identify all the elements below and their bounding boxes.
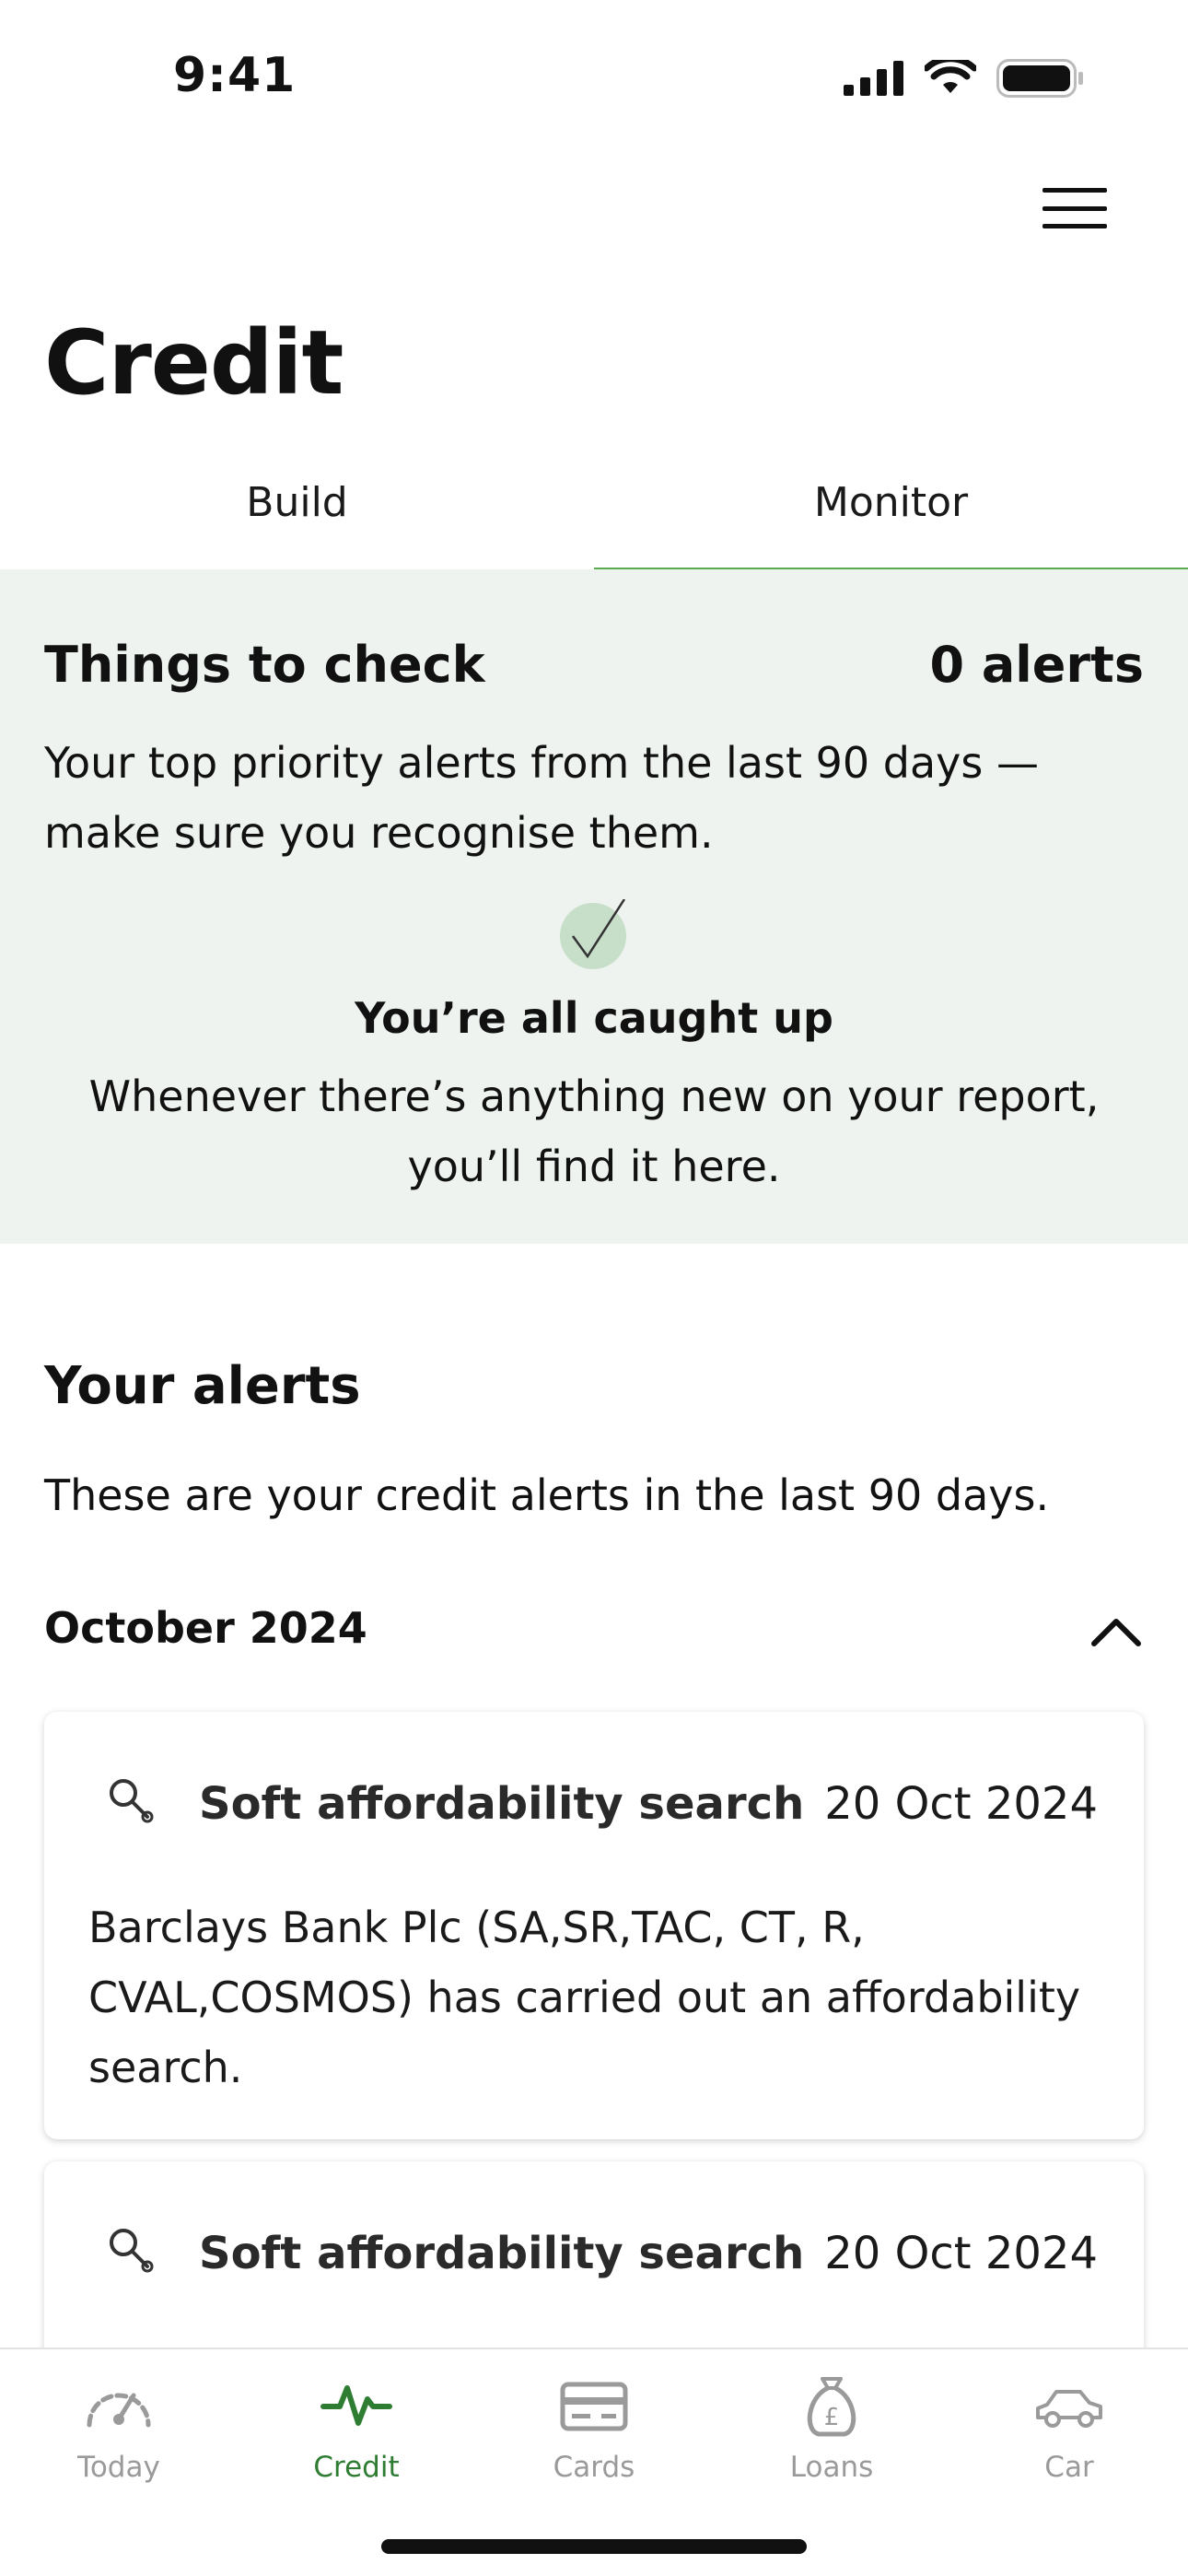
money-bag-icon: £	[807, 2377, 856, 2437]
tab-monitor[interactable]: Monitor	[594, 470, 1188, 579]
card-icon	[560, 2382, 628, 2431]
nav-item-credit[interactable]: Credit	[238, 2373, 475, 2497]
wifi-icon	[925, 60, 976, 93]
cellular-signal-icon	[844, 61, 903, 96]
things-to-check-panel: Things to check 0 alerts Your top priori…	[0, 569, 1188, 1244]
magnifier-icon	[110, 2229, 154, 2273]
things-to-check-description: Your top priority alerts from the last 9…	[44, 738, 1039, 858]
bottom-nav: Today Credit Cards £ Loans Car	[0, 2348, 1188, 2576]
svg-text:£: £	[824, 2404, 840, 2431]
status-icons	[844, 59, 1085, 98]
checkmark-icon	[560, 899, 626, 969]
magnifier-icon	[110, 1779, 154, 1823]
alert-body: Barclays Bank Plc (SA,SR,TAC, CT, R, CVA…	[88, 1903, 1081, 2092]
nav-label: Car	[1044, 2451, 1094, 2484]
alert-title: Soft affordability search	[199, 2228, 805, 2279]
hamburger-icon	[1042, 188, 1107, 193]
nav-item-today[interactable]: Today	[0, 2373, 238, 2497]
nav-label: Cards	[553, 2451, 635, 2484]
alert-count: 0 alerts	[929, 636, 1144, 694]
nav-item-car[interactable]: Car	[950, 2373, 1188, 2497]
home-indicator[interactable]	[381, 2539, 807, 2554]
pulse-icon	[320, 2385, 392, 2426]
menu-button[interactable]	[1042, 184, 1107, 232]
alert-card[interactable]: Soft affordability search 20 Oct 2024 Ba…	[44, 1712, 1144, 2139]
alert-date: 20 Oct 2024	[824, 2228, 1098, 2279]
nav-label: Loans	[789, 2451, 874, 2484]
nav-item-cards[interactable]: Cards	[475, 2373, 713, 2497]
battery-icon	[996, 59, 1083, 98]
chevron-up-icon[interactable]	[1090, 1614, 1142, 1647]
tab-build[interactable]: Build	[0, 470, 594, 579]
status-time: 9:41	[173, 48, 297, 103]
things-to-check-title: Things to check	[44, 636, 485, 694]
nav-item-loans[interactable]: £ Loans	[713, 2373, 950, 2497]
your-alerts-description: These are your credit alerts in the last…	[44, 1470, 1050, 1520]
car-icon	[1036, 2390, 1102, 2428]
speedometer-icon	[87, 2393, 151, 2428]
alert-title: Soft affordability search	[199, 1778, 805, 1830]
status-bar: 9:41	[0, 0, 1188, 161]
caught-up-description: Whenever there’s anything new on your re…	[88, 1071, 1100, 1191]
your-alerts-title: Your alerts	[44, 1356, 361, 1416]
month-group-header[interactable]: October 2024	[44, 1603, 367, 1653]
nav-label: Today	[77, 2451, 160, 2484]
alert-date: 20 Oct 2024	[824, 1778, 1098, 1830]
page-title: Credit	[44, 311, 344, 415]
tab-bar: Build Monitor	[0, 470, 1188, 579]
nav-label: Credit	[313, 2451, 400, 2484]
caught-up-title: You’re all caught up	[355, 993, 833, 1043]
